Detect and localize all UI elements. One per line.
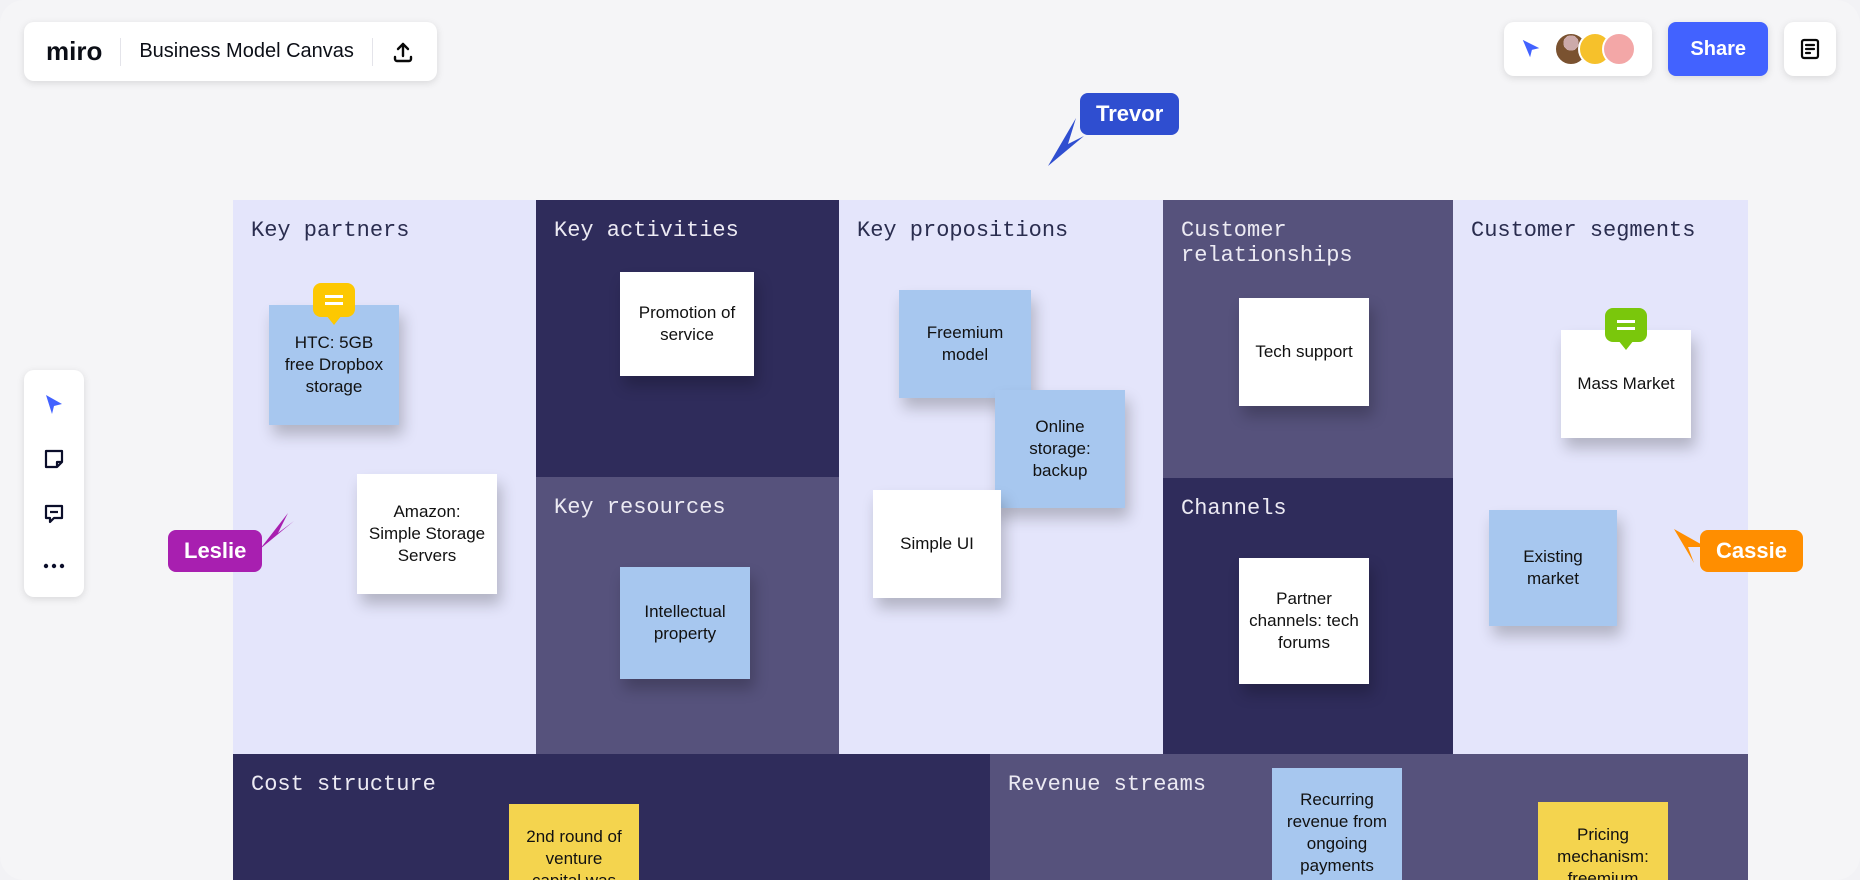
sticky-note[interactable]: Mass Market bbox=[1561, 330, 1691, 438]
section-key-activities[interactable]: Key activities Promotion of service bbox=[536, 200, 839, 477]
section-customer-relationships[interactable]: Customer relationships Tech support bbox=[1163, 200, 1453, 478]
sticky-note[interactable]: Tech support bbox=[1239, 298, 1369, 406]
canvas[interactable]: Key partners HTC: 5GB free Dropbox stora… bbox=[233, 200, 1748, 880]
section-title: Cost structure bbox=[233, 754, 990, 797]
avatar[interactable] bbox=[1602, 32, 1636, 66]
note-text: Pricing mechanism: freemium bbox=[1548, 824, 1658, 880]
avatars[interactable] bbox=[1554, 32, 1636, 66]
note-text: Recurring revenue from ongoing payments bbox=[1282, 789, 1392, 877]
note-text: Simple UI bbox=[900, 533, 974, 555]
section-title: Key activities bbox=[536, 200, 839, 243]
note-text: Freemium model bbox=[909, 322, 1021, 366]
comment-icon[interactable] bbox=[1605, 308, 1647, 342]
note-text: Amazon: Simple Storage Servers bbox=[367, 501, 487, 567]
sticky-note[interactable]: Online storage: backup bbox=[995, 390, 1125, 508]
sticky-note[interactable]: Partner channels: tech forums bbox=[1239, 558, 1369, 684]
section-title: Channels bbox=[1163, 478, 1453, 521]
section-title: Key propositions bbox=[839, 200, 1163, 243]
sticky-note[interactable]: Promotion of service bbox=[620, 272, 754, 376]
app-logo: miro bbox=[46, 36, 102, 67]
topbar-right: Share bbox=[1504, 22, 1836, 76]
section-revenue-streams[interactable]: Revenue streams Recurring revenue from o… bbox=[990, 754, 1748, 880]
section-key-resources[interactable]: Key resources Intellectual property bbox=[536, 477, 839, 754]
sticky-note-tool-icon[interactable] bbox=[42, 447, 66, 476]
collaborator-cursor-cassie: Cassie bbox=[1660, 530, 1803, 572]
note-text: Existing market bbox=[1499, 546, 1607, 590]
section-cost-structure[interactable]: Cost structure 2nd round of venture capi… bbox=[233, 754, 990, 880]
notes-panel-button[interactable] bbox=[1784, 22, 1836, 76]
divider bbox=[372, 38, 373, 66]
divider bbox=[120, 38, 121, 66]
section-title: Key partners bbox=[233, 200, 536, 243]
section-title: Customer relationships bbox=[1163, 200, 1453, 268]
note-text: Online storage: backup bbox=[1005, 416, 1115, 482]
sticky-note[interactable]: Freemium model bbox=[899, 290, 1031, 398]
sticky-note[interactable]: HTC: 5GB free Dropbox storage bbox=[269, 305, 399, 425]
section-key-partners[interactable]: Key partners HTC: 5GB free Dropbox stora… bbox=[233, 200, 536, 754]
sticky-note[interactable]: Amazon: Simple Storage Servers bbox=[357, 474, 497, 594]
sticky-note[interactable]: Simple UI bbox=[873, 490, 1001, 598]
more-tools-icon[interactable] bbox=[42, 557, 66, 575]
topbar-card: miro Business Model Canvas bbox=[24, 22, 437, 81]
canvas-row-1: Key partners HTC: 5GB free Dropbox stora… bbox=[233, 200, 1748, 754]
comment-icon[interactable] bbox=[313, 283, 355, 317]
collaborator-label: Trevor bbox=[1080, 93, 1179, 135]
sticky-note[interactable]: Pricing mechanism: freemium bbox=[1538, 802, 1668, 880]
sticky-note[interactable]: Existing market bbox=[1489, 510, 1617, 626]
note-text: Intellectual property bbox=[630, 601, 740, 645]
column-activities-resources: Key activities Promotion of service Key … bbox=[536, 200, 839, 754]
note-text: HTC: 5GB free Dropbox storage bbox=[279, 332, 389, 398]
comment-tool-icon[interactable] bbox=[42, 502, 66, 531]
attention-icon[interactable] bbox=[1520, 38, 1542, 60]
collaborator-cursor-trevor: Trevor bbox=[1040, 86, 1179, 142]
collaborator-label: Leslie bbox=[168, 530, 262, 572]
note-text: Promotion of service bbox=[630, 302, 744, 346]
sticky-note[interactable]: Intellectual property bbox=[620, 567, 750, 679]
board-title[interactable]: Business Model Canvas bbox=[139, 40, 354, 63]
share-button[interactable]: Share bbox=[1668, 22, 1768, 76]
select-tool-icon[interactable] bbox=[42, 392, 66, 421]
note-text: Mass Market bbox=[1577, 373, 1674, 395]
export-icon[interactable] bbox=[391, 40, 415, 64]
section-key-propositions[interactable]: Key propositions Freemium model Online s… bbox=[839, 200, 1163, 754]
note-text: Tech support bbox=[1255, 341, 1352, 363]
presence-card bbox=[1504, 22, 1652, 76]
column-relationships-channels: Customer relationships Tech support Chan… bbox=[1163, 200, 1453, 754]
section-title: Customer segments bbox=[1453, 200, 1748, 243]
sticky-note[interactable]: 2nd round of venture capital was bbox=[509, 804, 639, 880]
left-toolbar bbox=[24, 370, 84, 597]
collaborator-label: Cassie bbox=[1700, 530, 1803, 572]
section-customer-segments[interactable]: Customer segments Mass Market Existing m… bbox=[1453, 200, 1748, 754]
section-channels[interactable]: Channels Partner channels: tech forums bbox=[1163, 478, 1453, 754]
note-text: 2nd round of venture capital was bbox=[519, 826, 629, 880]
canvas-row-2: Cost structure 2nd round of venture capi… bbox=[233, 754, 1748, 880]
collaborator-cursor-leslie: Leslie bbox=[168, 530, 302, 572]
note-text: Partner channels: tech forums bbox=[1249, 588, 1359, 654]
sticky-note[interactable]: Recurring revenue from ongoing payments bbox=[1272, 768, 1402, 880]
section-title: Key resources bbox=[536, 477, 839, 520]
